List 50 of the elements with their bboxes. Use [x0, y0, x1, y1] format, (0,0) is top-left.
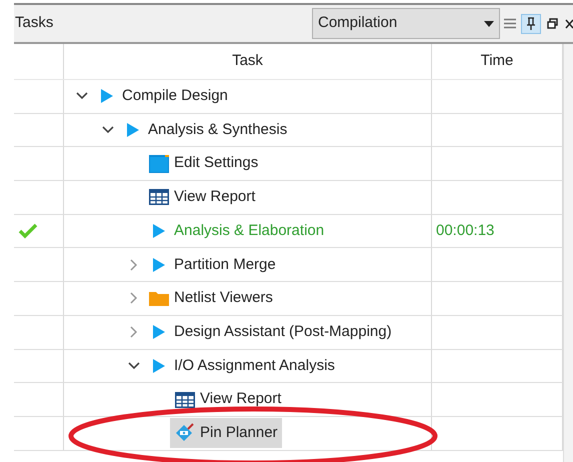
- close-icon[interactable]: [565, 18, 573, 28]
- task-label: Compile Design: [122, 86, 228, 106]
- task-label: Partition Merge: [174, 254, 276, 275]
- tree-item[interactable]: Compile Design: [92, 81, 232, 112]
- task-label: View Report: [200, 389, 282, 410]
- scrollbar[interactable]: [563, 44, 573, 462]
- task-label: View Report: [174, 187, 256, 208]
- menu-icon[interactable]: [504, 18, 516, 29]
- pin-button[interactable]: [521, 14, 541, 34]
- chevron-right-icon[interactable]: [130, 292, 138, 304]
- pin-icon: [526, 16, 536, 30]
- column-header[interactable]: Task: [64, 44, 432, 79]
- tree-item[interactable]: Netlist Viewers: [144, 283, 277, 314]
- task-label: Pin Planner: [200, 422, 278, 443]
- chevron-right-icon[interactable]: [130, 326, 138, 338]
- task-label: Analysis & Elaboration: [174, 220, 324, 241]
- chevron-right-icon[interactable]: [130, 258, 138, 271]
- chip-icon: [175, 423, 195, 444]
- play-icon: [152, 223, 166, 240]
- task-label: Edit Settings: [174, 153, 258, 174]
- tree-item[interactable]: View Report: [170, 384, 286, 415]
- task-label: Design Assistant (Post-Mapping): [174, 322, 392, 342]
- panel-title: Tasks: [15, 13, 54, 34]
- play-icon: [152, 358, 166, 374]
- task-label: Analysis & Synthesis: [148, 120, 288, 140]
- window-icon: [149, 154, 169, 173]
- play-icon: [152, 324, 166, 340]
- tree-item[interactable]: Edit Settings: [144, 148, 262, 179]
- tree-item[interactable]: Analysis & Synthesis: [118, 115, 292, 146]
- restore-icon[interactable]: [547, 18, 558, 29]
- play-icon: [126, 122, 140, 138]
- play-icon: [100, 88, 114, 104]
- table-icon: [149, 189, 169, 206]
- chevron-down-icon[interactable]: [128, 362, 140, 370]
- tree-item[interactable]: Pin Planner: [170, 418, 282, 448]
- dropdown-arrow-icon: [484, 20, 494, 26]
- tree-item[interactable]: View Report: [144, 182, 260, 212]
- chevron-down-icon[interactable]: [76, 92, 88, 100]
- folder-icon: [149, 290, 169, 306]
- checkmark-icon: [18, 223, 38, 240]
- tree-item[interactable]: Partition Merge: [144, 250, 280, 280]
- play-icon: [152, 256, 166, 273]
- task-label: I/O Assignment Analysis: [174, 356, 335, 376]
- task-label: Netlist Viewers: [174, 288, 273, 308]
- chevron-down-icon[interactable]: [102, 126, 114, 134]
- tree-item[interactable]: I/O Assignment Analysis: [144, 350, 339, 381]
- table-icon: [175, 392, 195, 408]
- task-time: 00:00:13: [436, 220, 494, 241]
- tree-item[interactable]: Design Assistant (Post-Mapping): [144, 317, 396, 348]
- flow-dropdown[interactable]: Compilation: [312, 8, 500, 39]
